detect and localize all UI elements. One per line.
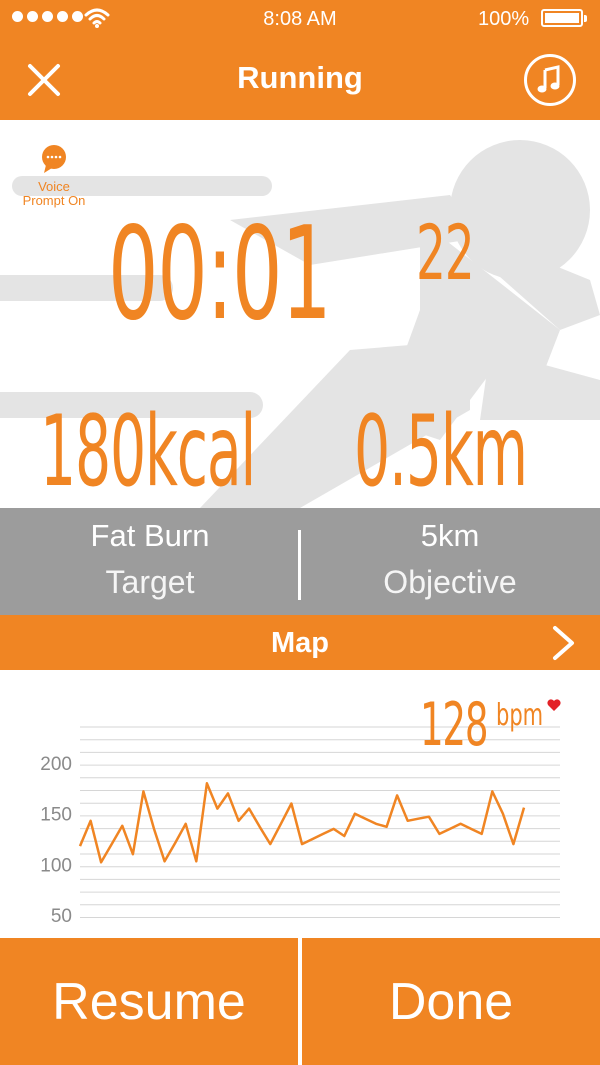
chevron-right-icon bbox=[553, 626, 574, 660]
map-button[interactable]: Map bbox=[0, 615, 600, 670]
voice-prompt-toggle[interactable]: Voice Prompt On bbox=[14, 144, 94, 208]
heart-rate-value: 128 bbox=[420, 690, 489, 760]
resume-button[interactable]: Resume bbox=[0, 938, 298, 1065]
elapsed-time-hundredths: 22 bbox=[416, 208, 475, 297]
heart-rate-unit: bpm bbox=[496, 698, 544, 733]
music-note-icon bbox=[537, 65, 560, 93]
objective-label: Objective bbox=[383, 564, 517, 600]
battery-icon bbox=[541, 9, 587, 27]
target-label: Target bbox=[105, 564, 195, 600]
y-tick-label: 50 bbox=[51, 906, 72, 927]
y-tick-label: 150 bbox=[40, 805, 72, 826]
heart-icon bbox=[547, 699, 561, 711]
calories-value: 180kcal bbox=[40, 395, 256, 509]
map-label: Map bbox=[271, 627, 329, 659]
voice-prompt-label-1: Voice bbox=[38, 179, 70, 194]
music-button[interactable] bbox=[524, 54, 576, 106]
done-button[interactable]: Done bbox=[302, 938, 600, 1065]
target-value: Fat Burn bbox=[90, 518, 210, 553]
y-tick-label: 200 bbox=[40, 754, 72, 775]
objective-value: 5km bbox=[420, 518, 480, 553]
chart-y-axis: 200 150 100 50 bbox=[40, 754, 72, 927]
heart-rate-series-line bbox=[78, 782, 526, 864]
distance-value: 0.5km bbox=[354, 395, 528, 509]
y-tick-label: 100 bbox=[40, 855, 72, 876]
heart-rate-readout: 128 bpm bbox=[420, 690, 543, 760]
speech-bubble-icon bbox=[42, 145, 66, 173]
page-title: Running bbox=[237, 60, 363, 95]
elapsed-time: 00:01 bbox=[108, 200, 332, 349]
voice-prompt-label-2: Prompt On bbox=[22, 193, 86, 208]
workout-info-bar: Fat Burn Target 5km Objective bbox=[0, 508, 600, 615]
status-bar: 8:08 AM 100% bbox=[0, 0, 600, 38]
battery-percent: 100% bbox=[478, 8, 530, 30]
